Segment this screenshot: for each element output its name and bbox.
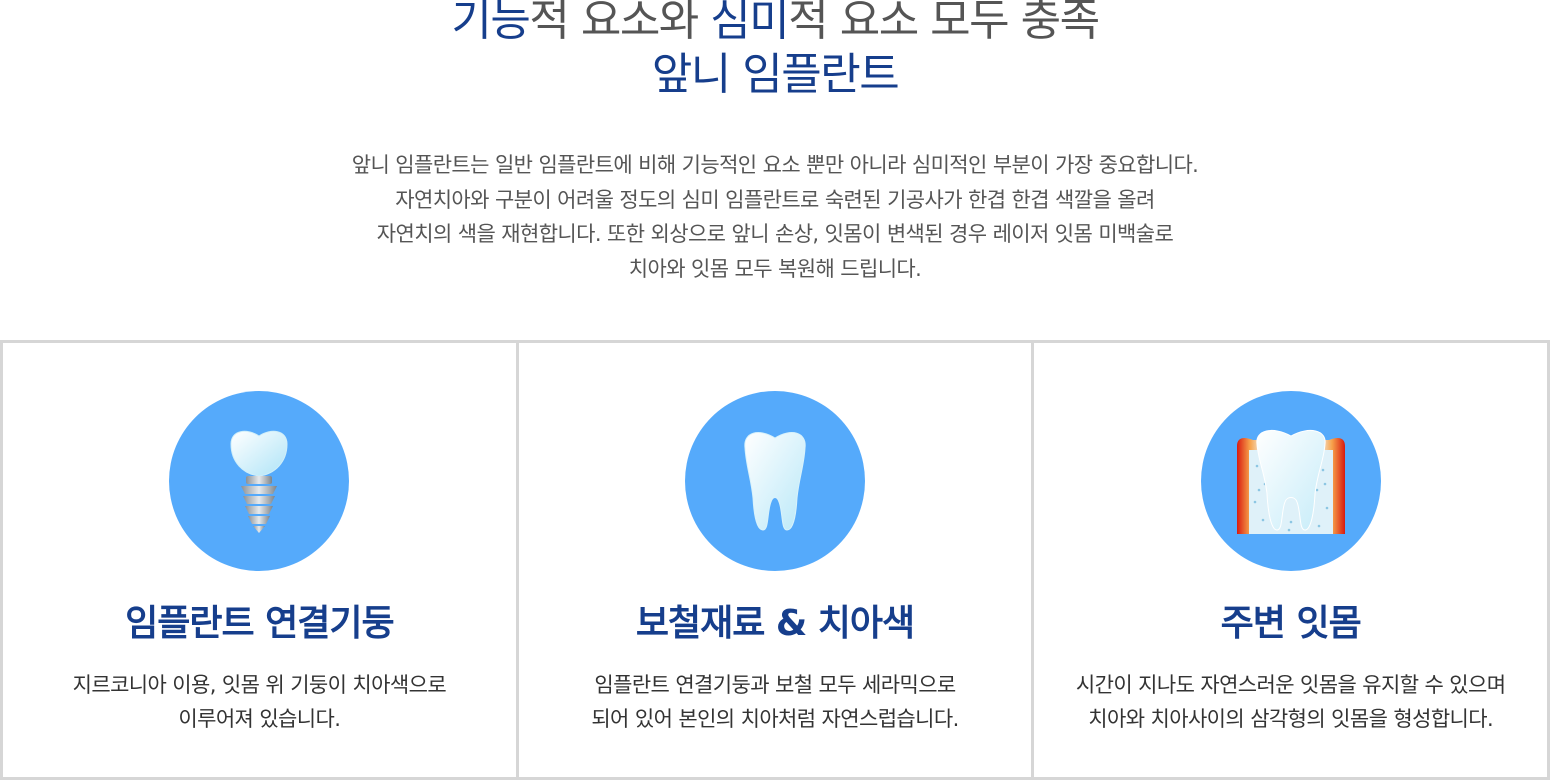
feature-card-abutment: 임플란트 연결기둥 지르코니아 이용, 잇몸 위 기둥이 치아색으로 이루어져 … <box>3 343 519 777</box>
feature-title: 보철재료 & 치아색 <box>635 603 915 644</box>
intro-paragraph: 앞니 임플란트는 일반 임플란트에 비해 기능적인 요소 뿐만 아니라 심미적인… <box>0 148 1550 286</box>
feature-desc-line: 임플란트 연결기둥과 보철 모두 세라믹으로 <box>594 673 956 697</box>
headline-text-1: 적 요소와 <box>529 0 711 46</box>
feature-desc-line: 되어 있어 본인의 치아처럼 자연스럽습니다. <box>591 707 959 731</box>
feature-title: 주변 잇몸 <box>1220 603 1362 644</box>
feature-card-gum: 주변 잇몸 시간이 지나도 자연스러운 잇몸을 유지할 수 있으며 치아와 치아… <box>1034 343 1547 777</box>
headline-accent-function: 기능 <box>451 0 530 46</box>
feature-desc-line: 지르코니아 이용, 잇몸 위 기둥이 치아색으로 <box>72 673 447 697</box>
intro-line: 치아와 잇몸 모두 복원해 드립니다. <box>628 256 922 281</box>
intro-line: 자연치아와 구분이 어려울 정도의 심미 임플란트로 숙련된 기공사가 한겹 한… <box>395 187 1155 212</box>
headline-line-2: 앞니 임플란트 <box>651 49 900 100</box>
tooth-icon <box>744 432 806 531</box>
feature-cards: 임플란트 연결기둥 지르코니아 이용, 잇몸 위 기둥이 치아색으로 이루어져 … <box>0 340 1550 780</box>
headline-text-2: 적 요소 모두 충족 <box>788 0 1100 46</box>
icon-circle <box>169 391 350 571</box>
headline-line-1: 기능적 요소와 심미적 요소 모두 충족 <box>0 0 1550 48</box>
implant-icon <box>230 430 288 533</box>
main-headline: 기능적 요소와 심미적 요소 모두 충족 앞니 임플란트 <box>0 0 1550 102</box>
intro-line: 자연치의 색을 재현합니다. 또한 외상으로 앞니 손상, 잇몸이 변색된 경우… <box>376 222 1174 246</box>
feature-description: 임플란트 연결기둥과 보철 모두 세라믹으로 되어 있어 본인의 치아처럼 자연… <box>519 668 1032 736</box>
feature-description: 시간이 지나도 자연스러운 잇몸을 유지할 수 있으며 치아와 치아사이의 삼각… <box>1034 668 1547 736</box>
headline-accent-aesthetic: 심미 <box>710 0 789 46</box>
feature-desc-line: 치아와 치아사이의 삼각형의 잇몸을 형성합니다. <box>1088 707 1494 731</box>
intro-line: 앞니 임플란트는 일반 임플란트에 비해 기능적인 요소 뿐만 아니라 심미적인… <box>351 153 1199 177</box>
feature-card-prosthesis: 보철재료 & 치아색 임플란트 연결기둥과 보철 모두 세라믹으로 되어 있어 … <box>519 343 1035 777</box>
gum-tooth-icon <box>1236 429 1345 534</box>
icon-circle <box>685 391 865 571</box>
feature-desc-line: 이루어져 있습니다. <box>178 707 341 731</box>
feature-title: 임플란트 연결기둥 <box>125 603 394 644</box>
feature-description: 지르코니아 이용, 잇몸 위 기둥이 치아색으로 이루어져 있습니다. <box>3 668 516 736</box>
feature-desc-line: 시간이 지나도 자연스러운 잇몸을 유지할 수 있으며 <box>1075 673 1506 697</box>
icon-circle <box>1200 391 1381 571</box>
